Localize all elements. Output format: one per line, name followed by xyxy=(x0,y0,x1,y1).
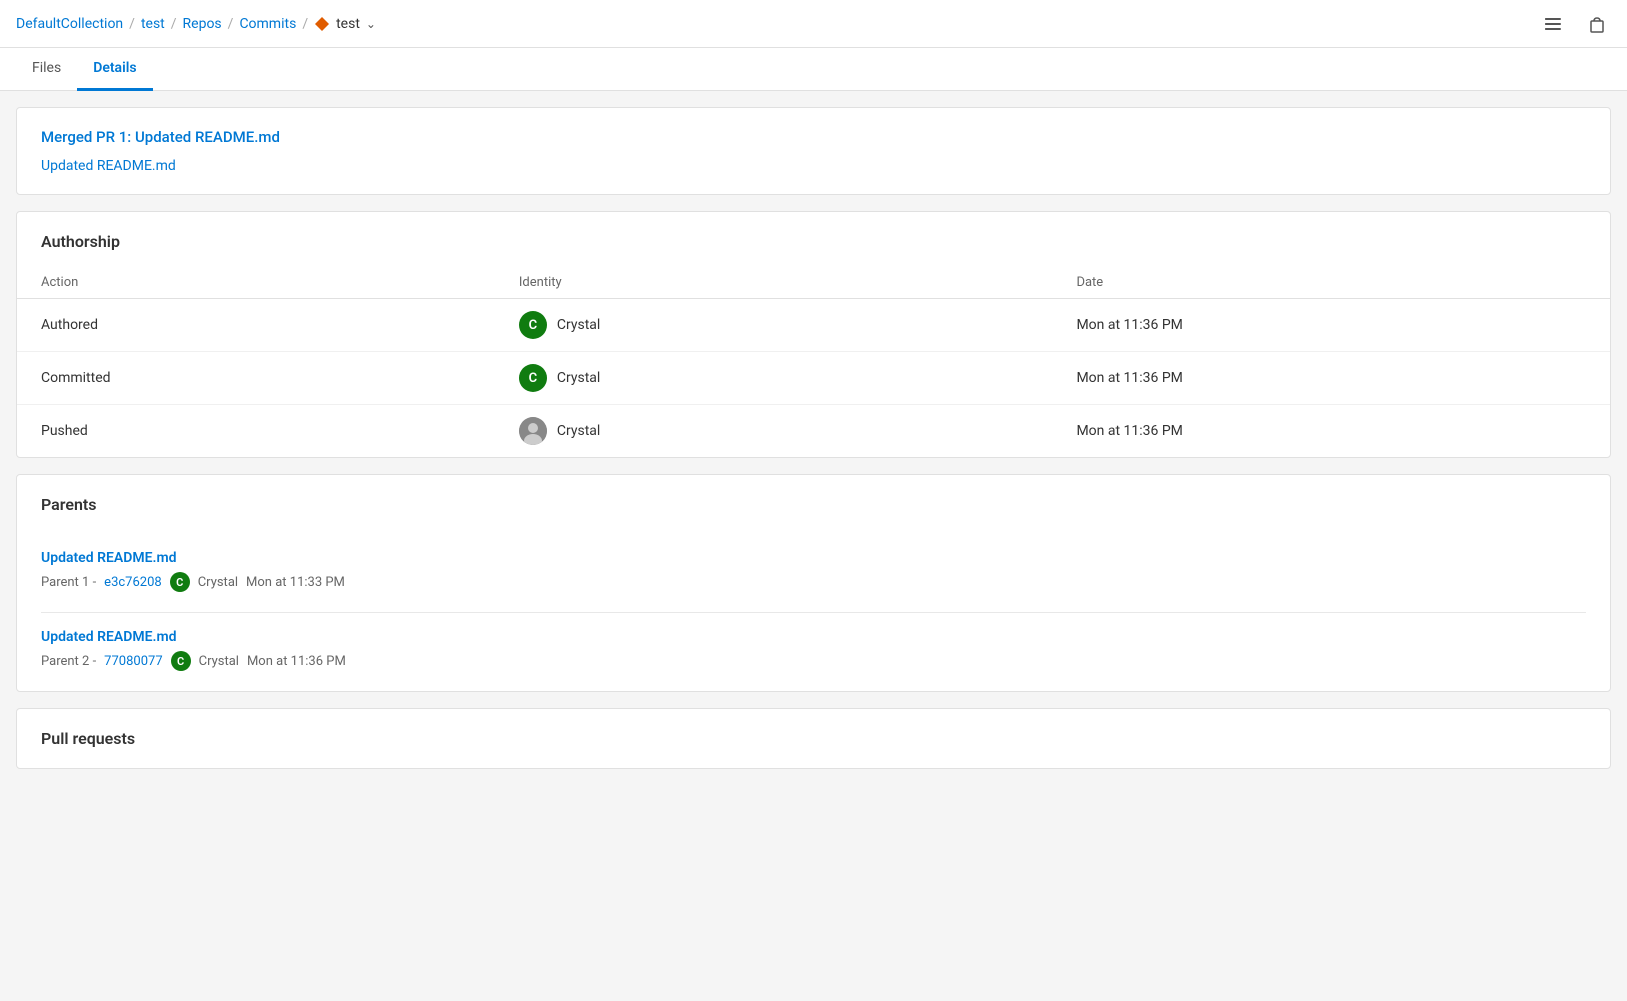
authorship-table: Action Identity Date Authored C Crystal … xyxy=(17,267,1610,457)
identity-cell: Crystal xyxy=(495,405,1053,458)
tab-files[interactable]: Files xyxy=(16,48,77,91)
parent-meta: Parent 1 - e3c76208 C Crystal Mon at 11:… xyxy=(41,572,1586,592)
identity-name: Crystal xyxy=(557,423,600,439)
sep2: / xyxy=(171,16,177,32)
chevron-down-icon[interactable]: ⌄ xyxy=(366,17,376,31)
parent-avatar: C xyxy=(170,572,190,592)
col-header-action: Action xyxy=(17,267,495,299)
identity-name: Crystal xyxy=(557,317,600,333)
pull-requests-card: Pull requests xyxy=(16,708,1611,769)
action-cell: Pushed xyxy=(17,405,495,458)
date-cell: Mon at 11:36 PM xyxy=(1052,352,1610,405)
date-cell: Mon at 11:36 PM xyxy=(1052,299,1610,352)
parent-meta: Parent 2 - 77080077 C Crystal Mon at 11:… xyxy=(41,651,1586,671)
bag-button[interactable] xyxy=(1583,10,1611,38)
list-view-button[interactable] xyxy=(1539,10,1567,38)
parent-title[interactable]: Updated README.md xyxy=(41,550,1586,566)
identity-cell: C Crystal xyxy=(495,352,1053,405)
parent-divider xyxy=(41,612,1586,613)
breadcrumb-test[interactable]: test xyxy=(141,16,165,32)
commit-message-card: Merged PR 1: Updated README.md Updated R… xyxy=(16,107,1611,195)
breadcrumb-repos[interactable]: Repos xyxy=(183,16,222,32)
avatar: C xyxy=(519,364,547,392)
parent-item: Updated README.md Parent 1 - e3c76208 C … xyxy=(41,550,1586,592)
commit-subtitle[interactable]: Updated README.md xyxy=(41,158,1586,174)
parent-date: Mon at 11:36 PM xyxy=(247,654,346,669)
pull-requests-card-body: Pull requests xyxy=(17,709,1610,768)
authorship-card: Authorship Action Identity Date Authored… xyxy=(16,211,1611,458)
main-content: Files Details Merged PR 1: Updated READM… xyxy=(0,48,1627,769)
sep1: / xyxy=(129,16,135,32)
parent-date: Mon at 11:33 PM xyxy=(246,575,345,590)
authorship-title: Authorship xyxy=(17,212,1610,267)
repo-name: test xyxy=(336,16,360,32)
sep4: / xyxy=(302,16,308,32)
parents-card: Parents Updated README.md Parent 1 - e3c… xyxy=(16,474,1611,692)
commit-title[interactable]: Merged PR 1: Updated README.md xyxy=(41,128,1586,146)
breadcrumb-collection[interactable]: DefaultCollection xyxy=(16,16,123,32)
tabs-bar: Files Details xyxy=(0,48,1627,91)
identity-name: Crystal xyxy=(557,370,600,386)
commit-card-body: Merged PR 1: Updated README.md Updated R… xyxy=(17,108,1610,194)
parent-label: Parent 1 - xyxy=(41,575,96,590)
parents-card-body: Updated README.md Parent 1 - e3c76208 C … xyxy=(17,530,1610,691)
parent-title[interactable]: Updated README.md xyxy=(41,629,1586,645)
top-nav: DefaultCollection / test / Repos / Commi… xyxy=(0,0,1627,48)
action-cell: Committed xyxy=(17,352,495,405)
parent-hash[interactable]: 77080077 xyxy=(104,654,162,669)
parent-item: Updated README.md Parent 2 - 77080077 C … xyxy=(41,629,1586,671)
identity-cell: C Crystal xyxy=(495,299,1053,352)
breadcrumb-commits[interactable]: Commits xyxy=(239,16,296,32)
parent-hash[interactable]: e3c76208 xyxy=(104,575,162,590)
date-cell: Mon at 11:36 PM xyxy=(1052,405,1610,458)
list-icon xyxy=(1543,14,1563,34)
repo-icon xyxy=(314,16,330,32)
breadcrumb: DefaultCollection / test / Repos / Commi… xyxy=(16,16,376,32)
parent-author: Crystal xyxy=(198,575,238,590)
nav-icons xyxy=(1539,10,1611,38)
avatar: C xyxy=(519,311,547,339)
sep3: / xyxy=(228,16,234,32)
parent-label: Parent 2 - xyxy=(41,654,96,669)
authorship-row: Pushed Crystal Mon at 11:36 PM xyxy=(17,405,1610,458)
bag-icon xyxy=(1587,14,1607,34)
parent-author: Crystal xyxy=(199,654,239,669)
col-header-date: Date xyxy=(1052,267,1610,299)
authorship-row: Committed C Crystal Mon at 11:36 PM xyxy=(17,352,1610,405)
parent-avatar: C xyxy=(171,651,191,671)
parents-title: Parents xyxy=(17,475,1610,530)
action-cell: Authored xyxy=(17,299,495,352)
col-header-identity: Identity xyxy=(495,267,1053,299)
tab-details[interactable]: Details xyxy=(77,48,152,91)
breadcrumb-current-repo[interactable]: test ⌄ xyxy=(314,16,376,32)
authorship-row: Authored C Crystal Mon at 11:36 PM xyxy=(17,299,1610,352)
pull-requests-title: Pull requests xyxy=(41,729,1586,748)
avatar xyxy=(519,417,547,445)
